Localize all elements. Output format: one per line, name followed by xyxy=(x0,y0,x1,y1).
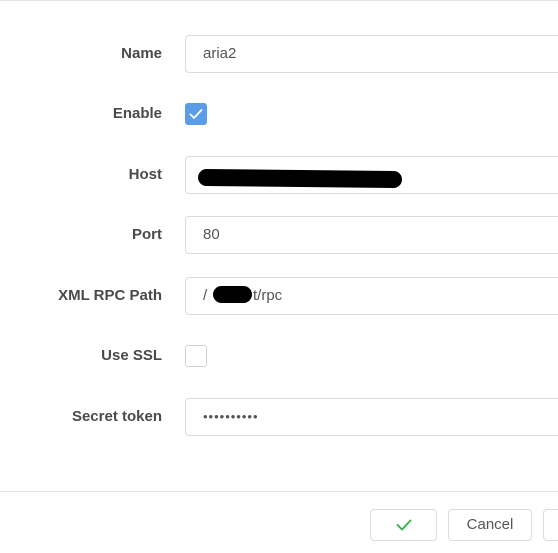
port-input[interactable]: 80 xyxy=(185,216,558,254)
use-ssl-label: Use SSL xyxy=(101,347,162,364)
cancel-button[interactable]: Cancel xyxy=(448,509,532,541)
host-row: Host xyxy=(0,156,558,194)
check-icon xyxy=(189,109,203,119)
name-input[interactable]: aria2 xyxy=(185,35,558,73)
port-label: Port xyxy=(132,226,162,243)
extra-button[interactable] xyxy=(543,509,558,541)
xml-rpc-path-redaction xyxy=(213,286,252,303)
footer-divider xyxy=(0,491,558,492)
host-redaction xyxy=(197,168,403,189)
xml-rpc-path-prefix: / xyxy=(203,287,208,304)
xml-rpc-path-label: XML RPC Path xyxy=(58,287,162,304)
xml-rpc-path-input[interactable]: / t/rpc xyxy=(185,277,558,315)
secret-token-label: Secret token xyxy=(71,408,162,425)
aria2-settings-dialog: Name aria2 Enable Host Port 80 XML RPC P… xyxy=(0,0,558,553)
secret-token-value: •••••••••• xyxy=(203,409,259,424)
host-input[interactable] xyxy=(185,156,558,194)
name-label: Name xyxy=(121,45,162,62)
enable-row: Enable xyxy=(0,95,558,133)
top-divider xyxy=(0,0,558,1)
xml-rpc-path-suffix: t/rpc xyxy=(253,287,283,304)
port-row: Port 80 xyxy=(0,216,558,254)
xml-rpc-path-row: XML RPC Path / t/rpc xyxy=(0,277,558,315)
host-label: Host xyxy=(128,166,162,183)
name-row: Name aria2 xyxy=(0,35,558,73)
port-value: 80 xyxy=(203,226,220,243)
use-ssl-checkbox[interactable] xyxy=(185,345,207,367)
ok-button[interactable] xyxy=(370,509,437,541)
secret-token-input[interactable]: •••••••••• xyxy=(185,398,558,436)
secret-token-row: Secret token •••••••••• xyxy=(0,398,558,436)
use-ssl-row: Use SSL xyxy=(0,337,558,375)
enable-label: Enable xyxy=(112,105,162,122)
name-value: aria2 xyxy=(203,45,237,62)
check-icon xyxy=(396,519,412,531)
enable-checkbox[interactable] xyxy=(185,103,207,125)
